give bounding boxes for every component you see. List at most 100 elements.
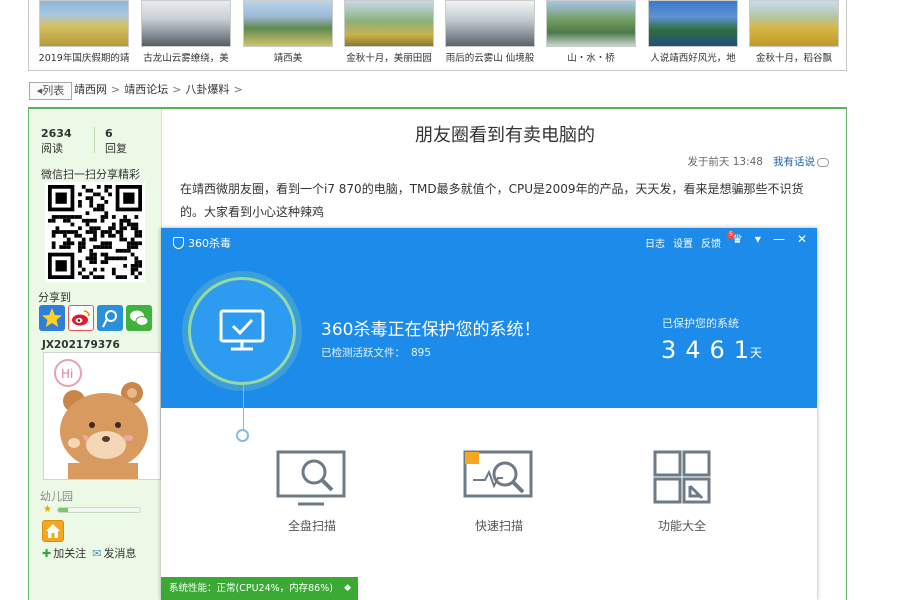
protected-days-count: 3461 (661, 336, 759, 364)
full-scan-label: 全盘扫描 (287, 519, 336, 533)
message-label: 发消息 (103, 547, 137, 560)
thumbnail-item[interactable]: 山・水・桥 (544, 0, 638, 64)
thumbnail-item[interactable]: 人说靖西好风光，地 (646, 0, 740, 64)
level-track (57, 507, 141, 513)
antivirus-brand: 360杀毒 (173, 235, 231, 251)
author-actions: ✚ 加关注 ✉ 发消息 (42, 545, 142, 561)
tools-label: 功能大全 (657, 519, 706, 533)
menu-feedback[interactable]: 反馈 (701, 239, 721, 250)
breadcrumb: 靖西网 > 靖西论坛 > 八卦爆料 > (74, 81, 247, 97)
tencent-weibo-share-icon[interactable] (97, 305, 123, 331)
quick-scan-button[interactable]: 快速扫描 (444, 450, 554, 534)
detected-files-label: 已检测活跃文件： (321, 347, 405, 359)
thumbnail-caption[interactable]: 人说靖西好风光，地 (646, 50, 740, 64)
full-scan-icon (276, 450, 348, 506)
thumbnail-item[interactable]: 靖西美 (241, 0, 335, 64)
breadcrumb-separator: > (172, 83, 182, 96)
home-icon[interactable] (42, 520, 64, 542)
thumbnail-item[interactable]: 雨后的云雾山 仙境般 (443, 0, 537, 64)
post-timestamp: 发于前天 13:48 (687, 156, 763, 168)
protected-days-label: 已保护您的系统 (662, 317, 739, 330)
tools-button[interactable]: 功能大全 (627, 450, 737, 534)
thumbnail-image[interactable] (648, 0, 738, 47)
thumbnail-caption[interactable]: 靖西美 (241, 50, 335, 64)
antivirus-brand-label: 360杀毒 (188, 237, 231, 250)
close-icon[interactable]: ✕ (797, 232, 807, 246)
weibo-share-icon[interactable] (68, 305, 94, 331)
full-scan-button[interactable]: 全盘扫描 (257, 450, 367, 534)
thumbnail-image[interactable] (749, 0, 839, 47)
thumbnail-caption[interactable]: 雨后的云雾山 仙境般 (443, 50, 537, 64)
thumbnail-image[interactable] (141, 0, 231, 47)
views-label: 阅读 (41, 142, 63, 155)
reply-link[interactable]: 我有话说 (773, 156, 815, 168)
thumbnail-item[interactable]: 金秋十月，美丽田园 (342, 0, 436, 64)
thumbnail-caption[interactable]: 山・水・桥 (544, 50, 638, 64)
level-progress: ★ (43, 504, 143, 515)
wechat-share-icon[interactable] (126, 305, 152, 331)
quick-scan-icon (463, 450, 535, 506)
thumbnail-image[interactable] (546, 0, 636, 47)
breadcrumb-item-gossip[interactable]: 八卦爆料 (185, 83, 229, 96)
grid-tools-icon (646, 450, 718, 506)
follow-button[interactable]: ✚ 加关注 (42, 545, 86, 561)
replies-label: 回复 (105, 142, 127, 155)
list-button[interactable]: ◂列表 (29, 82, 72, 100)
stats-divider (94, 127, 95, 153)
thumbnail-caption[interactable]: 金秋十月，稻谷飘 (747, 50, 841, 64)
protection-status-text: 360杀毒正在保护您的系统！ (321, 320, 541, 340)
menu-log[interactable]: 日志 (645, 239, 665, 250)
replies-stat: 6 回复 (105, 127, 127, 156)
author-sidebar: 2634 阅读 6 回复 微信扫一扫分享精彩 分享到 JX202179376 H… (29, 109, 162, 600)
thumbnail-item[interactable]: 金秋十月，稻谷飘 (747, 0, 841, 64)
antivirus-window: 360杀毒 日志 设置 反馈 5 ♛ ▾ — ✕ 360杀毒正在保护您的系统！ 已检测活跃… (161, 228, 817, 600)
antivirus-header: 360杀毒 日志 设置 反馈 5 ♛ ▾ — ✕ 360杀毒正在保护您的系统！ 已检测活跃… (161, 228, 817, 408)
comment-bubble-icon (817, 157, 829, 167)
gift-icon[interactable]: ♛ (732, 232, 743, 246)
dropdown-icon[interactable]: ▾ (755, 232, 761, 246)
window-controls: ♛ ▾ — ✕ (720, 232, 807, 246)
thumbnail-image[interactable] (39, 0, 129, 47)
thumbnail-image[interactable] (344, 0, 434, 47)
envelope-icon: ✉ (92, 547, 102, 560)
svg-text:Hi: Hi (61, 367, 73, 381)
message-button[interactable]: ✉ 发消息 (92, 545, 136, 561)
menu-settings[interactable]: 设置 (673, 239, 693, 250)
shield-icon (173, 237, 184, 249)
thumbnail-caption[interactable]: 2019年国庆假期的靖 (37, 50, 131, 64)
thumbnail-item[interactable]: 2019年国庆假期的靖 (37, 0, 131, 64)
level-fill (58, 508, 68, 512)
post-title: 朋友圈看到有卖电脑的 (415, 125, 595, 146)
breadcrumb-item-jingxi[interactable]: 靖西网 (74, 83, 107, 96)
performance-status-bar[interactable]: 系统性能：正常(CPU24%，内存86%) ◆ (161, 577, 358, 600)
qr-code-pattern (48, 185, 142, 279)
post-stats: 2634 阅读 6 回复 (41, 127, 151, 155)
star-icon: ★ (43, 504, 52, 515)
breadcrumb-item-forum[interactable]: 靖西论坛 (124, 83, 168, 96)
status-dot (236, 429, 249, 442)
status-connector (243, 385, 244, 432)
thumbnail-caption[interactable]: 古龙山云雾缭绕，美 (139, 50, 233, 64)
post-meta: 发于前天 13:48 我有话说 (687, 154, 829, 169)
thumbnail-image[interactable] (445, 0, 535, 47)
breadcrumb-separator: > (233, 83, 243, 96)
author-id[interactable]: JX202179376 (42, 339, 120, 351)
thumbnail-item[interactable]: 古龙山云雾缭绕，美 (139, 0, 233, 64)
related-thumbnails: 2019年国庆假期的靖 古龙山云雾缭绕，美 靖西美 金秋十月，美丽田园 雨后的云雾山 仙… (28, 0, 847, 71)
bear-avatar-image: Hi (54, 359, 148, 479)
thumbnail-image[interactable] (243, 0, 333, 47)
protection-status-circle[interactable] (188, 277, 296, 385)
share-label: 分享到 (38, 291, 71, 304)
qzone-share-icon[interactable] (39, 305, 65, 331)
breadcrumb-separator: > (111, 83, 121, 96)
thumbnail-caption[interactable]: 金秋十月，美丽田园 (342, 50, 436, 64)
plus-icon: ✚ (42, 547, 52, 560)
wechat-share-tip: 微信扫一扫分享精彩 (41, 168, 140, 181)
user-group: 幼儿园 (40, 490, 73, 503)
detected-files: 已检测活跃文件： 895 (321, 345, 431, 360)
replies-count: 6 (105, 127, 113, 140)
author-avatar[interactable]: Hi (43, 352, 161, 480)
monitor-check-icon (219, 309, 265, 351)
minimize-icon[interactable]: — (773, 232, 785, 246)
qr-code (45, 182, 145, 282)
